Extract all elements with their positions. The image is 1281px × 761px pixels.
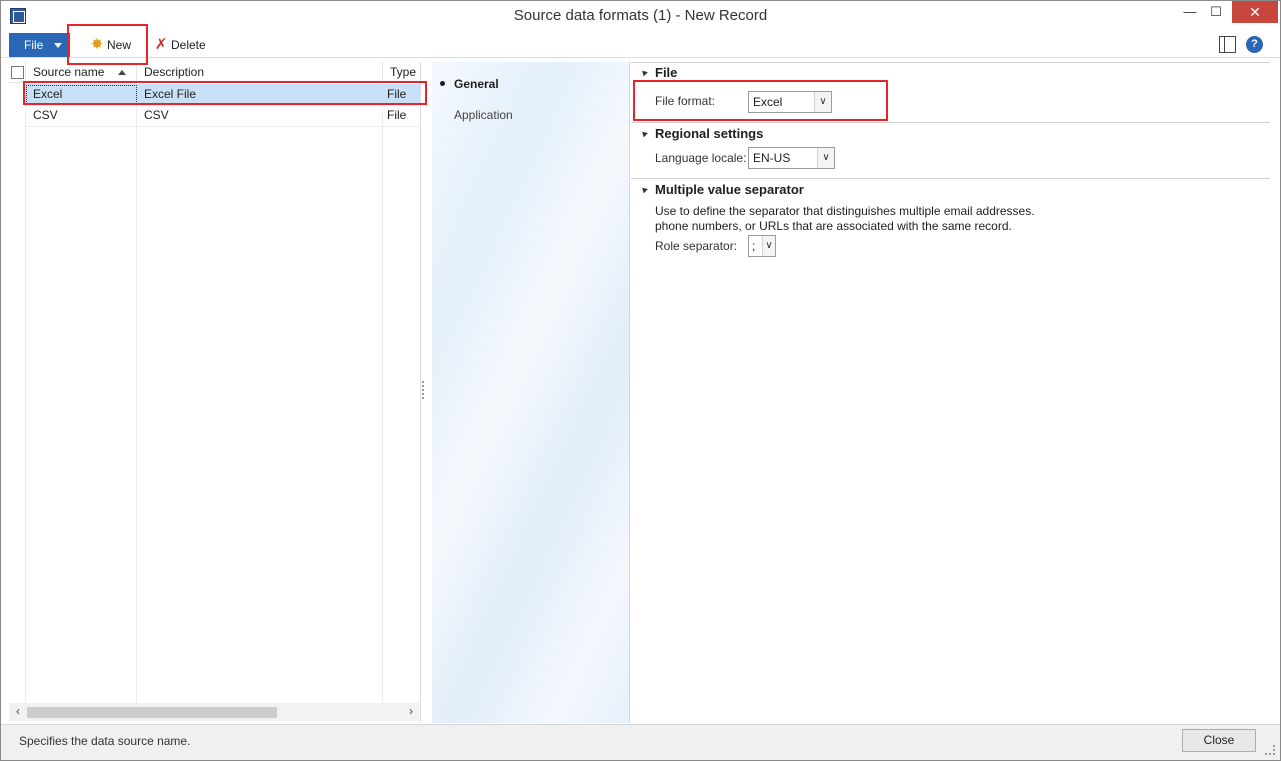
scroll-right-icon[interactable]: ›	[404, 704, 418, 718]
chevron-down-icon[interactable]: ∨	[762, 236, 775, 256]
column-header-type[interactable]: Type	[390, 65, 416, 79]
action-pane: File ✸ New ✗ Delete ?	[1, 31, 1280, 58]
section-divider	[631, 62, 1270, 63]
grid-line	[136, 84, 137, 704]
fasttab-navigation: General Application	[432, 62, 630, 723]
chevron-down-icon[interactable]: ∨	[817, 148, 834, 168]
help-icon[interactable]: ?	[1246, 36, 1263, 53]
cell-source-name[interactable]: Excel	[33, 87, 62, 101]
section-divider	[631, 122, 1270, 123]
section-file[interactable]: File	[631, 65, 1270, 83]
grid-line	[25, 84, 26, 704]
cell-source-name[interactable]: CSV	[33, 108, 58, 122]
section-title: File	[655, 65, 678, 80]
file-format-value: Excel	[753, 95, 783, 109]
nav-item-general[interactable]: General	[454, 77, 499, 91]
application-window: Source data formats (1) - New Record — ☐…	[0, 0, 1281, 761]
role-separator-value: ;	[752, 239, 756, 253]
scroll-left-icon[interactable]: ‹	[11, 704, 25, 718]
scrollbar-thumb[interactable]	[27, 707, 277, 718]
column-separator[interactable]	[136, 62, 137, 83]
column-header-source-name[interactable]: Source name	[33, 65, 104, 79]
grid-line	[382, 84, 383, 704]
close-button[interactable]: Close	[1182, 729, 1256, 752]
section-divider	[631, 178, 1270, 179]
nav-item-application[interactable]: Application	[454, 108, 513, 122]
new-button[interactable]: ✸ New	[89, 35, 131, 55]
cell-type[interactable]: File	[387, 108, 406, 122]
title-bar: Source data formats (1) - New Record — ☐…	[1, 1, 1280, 31]
column-header-description[interactable]: Description	[144, 65, 204, 79]
column-separator	[25, 62, 26, 83]
status-bar: Specifies the data source name. Close	[1, 724, 1280, 760]
details-pane: File File format: Excel ∨ Regional setti…	[631, 62, 1271, 723]
separator-description-line1: Use to define the separator that disting…	[655, 204, 1035, 218]
minimize-button[interactable]: —	[1177, 1, 1203, 23]
cell-description[interactable]: Excel File	[144, 87, 196, 101]
section-multiple-value-separator[interactable]: Multiple value separator	[631, 182, 1270, 200]
section-title: Regional settings	[655, 126, 764, 141]
file-format-label: File format:	[655, 94, 716, 108]
maximize-button[interactable]: ☐	[1203, 1, 1229, 23]
section-regional-settings[interactable]: Regional settings	[631, 126, 1270, 144]
active-bullet-icon	[440, 81, 445, 86]
records-grid: Source name Description Type Excel Excel…	[9, 62, 421, 723]
table-row[interactable]: Excel Excel File File	[25, 84, 420, 105]
language-locale-select[interactable]: EN-US ∨	[748, 147, 835, 169]
cell-description[interactable]: CSV	[144, 108, 169, 122]
delete-button[interactable]: ✗ Delete	[153, 35, 206, 55]
select-all-checkbox[interactable]	[11, 66, 24, 79]
cell-type[interactable]: File	[387, 87, 406, 101]
language-locale-label: Language locale:	[655, 151, 747, 165]
table-row[interactable]: CSV CSV File	[25, 105, 420, 126]
pane-splitter[interactable]	[422, 381, 424, 399]
role-separator-label: Role separator:	[655, 239, 738, 253]
file-menu-label: File	[24, 38, 44, 52]
resize-grip-icon[interactable]	[1265, 745, 1275, 755]
close-window-button[interactable]: ✕	[1232, 1, 1278, 23]
delete-x-icon: ✗	[154, 36, 168, 53]
new-button-label: New	[107, 38, 132, 52]
collapse-triangle-icon[interactable]	[640, 185, 648, 194]
new-star-icon: ✸	[90, 36, 104, 53]
grid-header: Source name Description Type	[9, 62, 420, 83]
horizontal-scrollbar[interactable]: ‹ ›	[9, 703, 420, 721]
section-title: Multiple value separator	[655, 182, 804, 197]
file-menu-button[interactable]: File	[9, 33, 70, 57]
collapse-triangle-icon[interactable]	[640, 129, 648, 138]
collapse-triangle-icon[interactable]	[640, 68, 648, 77]
chevron-down-icon[interactable]: ∨	[814, 92, 831, 112]
role-separator-select[interactable]: ; ∨	[748, 235, 776, 257]
window-title: Source data formats (1) - New Record	[513, 7, 768, 24]
language-locale-value: EN-US	[753, 151, 791, 165]
layout-icon[interactable]	[1219, 36, 1236, 53]
separator-description-line2: phone numbers, or URLs that are associat…	[655, 219, 1012, 233]
file-format-select[interactable]: Excel ∨	[748, 91, 832, 113]
column-separator[interactable]	[382, 62, 383, 83]
sort-ascending-icon	[118, 70, 126, 75]
delete-button-label: Delete	[171, 38, 206, 52]
grid-line	[25, 126, 420, 127]
chevron-down-icon	[54, 43, 62, 48]
status-text: Specifies the data source name.	[19, 734, 191, 748]
